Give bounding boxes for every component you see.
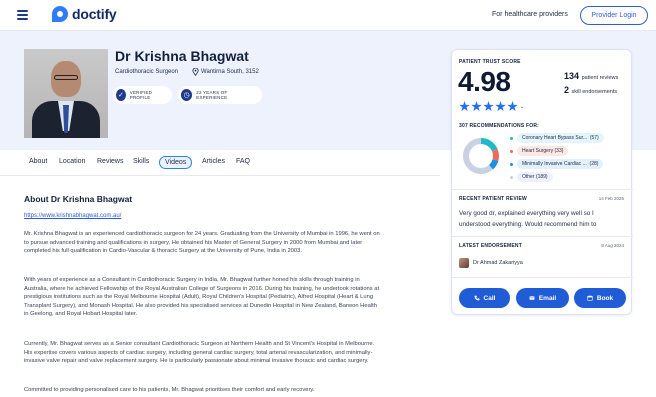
- star-icon: [471, 101, 482, 112]
- call-label: Call: [483, 294, 496, 302]
- provider-login-button[interactable]: Provider Login: [580, 6, 648, 25]
- recommendation-item[interactable]: Coronary Heart Bypass Sur... (57): [510, 133, 604, 143]
- logo-text: doctify: [72, 6, 117, 22]
- recommendation-pill[interactable]: Coronary Heart Bypass Sur... (57): [517, 133, 604, 143]
- endorsement-date: 8 Aug 2024: [601, 243, 624, 248]
- book-button[interactable]: Book: [574, 288, 626, 308]
- star-icon: [483, 101, 494, 112]
- recommendations-title: 307 RECOMMENDATIONS FOR:: [459, 123, 539, 129]
- website-link[interactable]: https://www.krishnabhagwat.com.au/: [24, 213, 121, 219]
- specialty: Cardiothoracic Surgeon: [115, 69, 179, 75]
- email-label: Email: [538, 294, 557, 302]
- tab-reviews[interactable]: Reviews: [97, 158, 123, 165]
- about-paragraph: Mr. Krishna Bhagwat is an experienced ca…: [24, 231, 380, 254]
- call-button[interactable]: Call: [459, 288, 510, 308]
- clock-icon: ◷: [181, 89, 193, 101]
- latest-endorsement-label: LATEST ENDORSEMENT: [459, 243, 522, 249]
- badge-label: VERIFIED PROFILE: [129, 90, 153, 100]
- divider: [452, 277, 633, 278]
- chevron-down-icon[interactable]: ⌄: [520, 104, 524, 112]
- calendar-icon: [587, 295, 593, 301]
- reviews-count[interactable]: 134 patient reviews: [564, 71, 618, 81]
- about-title: About Dr Krishna Bhagwat: [24, 194, 133, 204]
- recent-review-text[interactable]: Very good dr, explained everything very …: [459, 208, 627, 230]
- endorsements-number: 2: [564, 85, 570, 95]
- review-date: 14 Feb 2025: [598, 196, 624, 201]
- recommendation-item[interactable]: Other (189): [510, 172, 553, 182]
- tab-location[interactable]: Location: [59, 158, 85, 165]
- trust-score: 4.98: [458, 66, 511, 97]
- endorsements-label: skill endorsements: [571, 89, 618, 95]
- avatar: [459, 258, 469, 268]
- endorsements-count[interactable]: 2 skill endorsements: [564, 85, 617, 95]
- endorser[interactable]: Dr Ahmad Zakariyya: [459, 258, 523, 268]
- legend-dot: [510, 149, 513, 153]
- badge-label: 22 YEARS OF EXPERIENCE: [196, 90, 228, 100]
- tab-skills[interactable]: Skills: [133, 158, 149, 165]
- doctor-name: Dr Krishna Bhagwat: [115, 48, 249, 64]
- phone-icon: [474, 295, 479, 301]
- legend-dot: [510, 162, 513, 166]
- tab-articles[interactable]: Articles: [202, 158, 225, 165]
- doctify-logo-icon: [52, 6, 68, 22]
- menu-icon[interactable]: [17, 10, 28, 20]
- endorser-name: Dr Ahmad Zakariyya: [473, 260, 523, 266]
- recommendations-donut: [463, 138, 499, 174]
- recommendation-pill[interactable]: Heart Surgery (33): [517, 146, 569, 156]
- star-icon: [495, 101, 506, 112]
- book-label: Book: [596, 294, 614, 302]
- tab-videos[interactable]: Videos: [159, 156, 193, 169]
- divider: [452, 189, 633, 190]
- legend-dot: [510, 175, 513, 179]
- location: Wantirna South, 3152: [201, 69, 259, 75]
- recommendation-pill[interactable]: Minimally Invasive Cardiac ... (28): [517, 159, 604, 169]
- about-paragraph: Committed to providing personalised care…: [24, 387, 315, 393]
- recommendation-item[interactable]: Minimally Invasive Cardiac ... (28): [510, 159, 604, 169]
- legend-dot: [510, 136, 513, 140]
- verified-profile-badge: ✓ VERIFIED PROFILE: [113, 86, 172, 104]
- trust-card: PATIENT TRUST SCORE 4.98 ⌄ 134 patient r…: [451, 49, 633, 315]
- email-button[interactable]: Email: [516, 288, 569, 308]
- recent-review-label: RECENT PATIENT REVIEW: [459, 196, 527, 202]
- reviews-number: 134: [564, 71, 580, 81]
- about-paragraph: With years of experience as a Consultant…: [24, 277, 380, 317]
- divider: [452, 236, 633, 237]
- doctify-logo[interactable]: doctify: [52, 6, 117, 22]
- tab-about[interactable]: About: [29, 158, 47, 165]
- star-icon: [507, 101, 518, 112]
- star-rating: ⌄: [459, 101, 524, 112]
- trust-score-label: PATIENT TRUST SCORE: [459, 59, 521, 65]
- recommendation-item[interactable]: Heart Surgery (33): [510, 146, 569, 156]
- email-icon: [529, 296, 535, 300]
- star-icon: [459, 101, 470, 112]
- tab-faq[interactable]: FAQ: [236, 158, 250, 165]
- location-pin-icon: [192, 68, 199, 76]
- profile-tabs: About Location Reviews Skills Videos Art…: [0, 150, 440, 176]
- top-nav: doctify For healthcare providers Provide…: [0, 0, 656, 31]
- recommendation-pill[interactable]: Other (189): [517, 172, 553, 182]
- healthcare-providers-link[interactable]: For healthcare providers: [492, 11, 568, 18]
- about-paragraph: Currently, Mr. Bhagwat serves as a Senio…: [24, 341, 375, 364]
- reviews-label: patient reviews: [581, 75, 619, 81]
- shield-check-icon: ✓: [116, 89, 126, 101]
- experience-badge: ◷ 22 YEARS OF EXPERIENCE: [178, 86, 262, 104]
- doctor-photo: [24, 49, 108, 138]
